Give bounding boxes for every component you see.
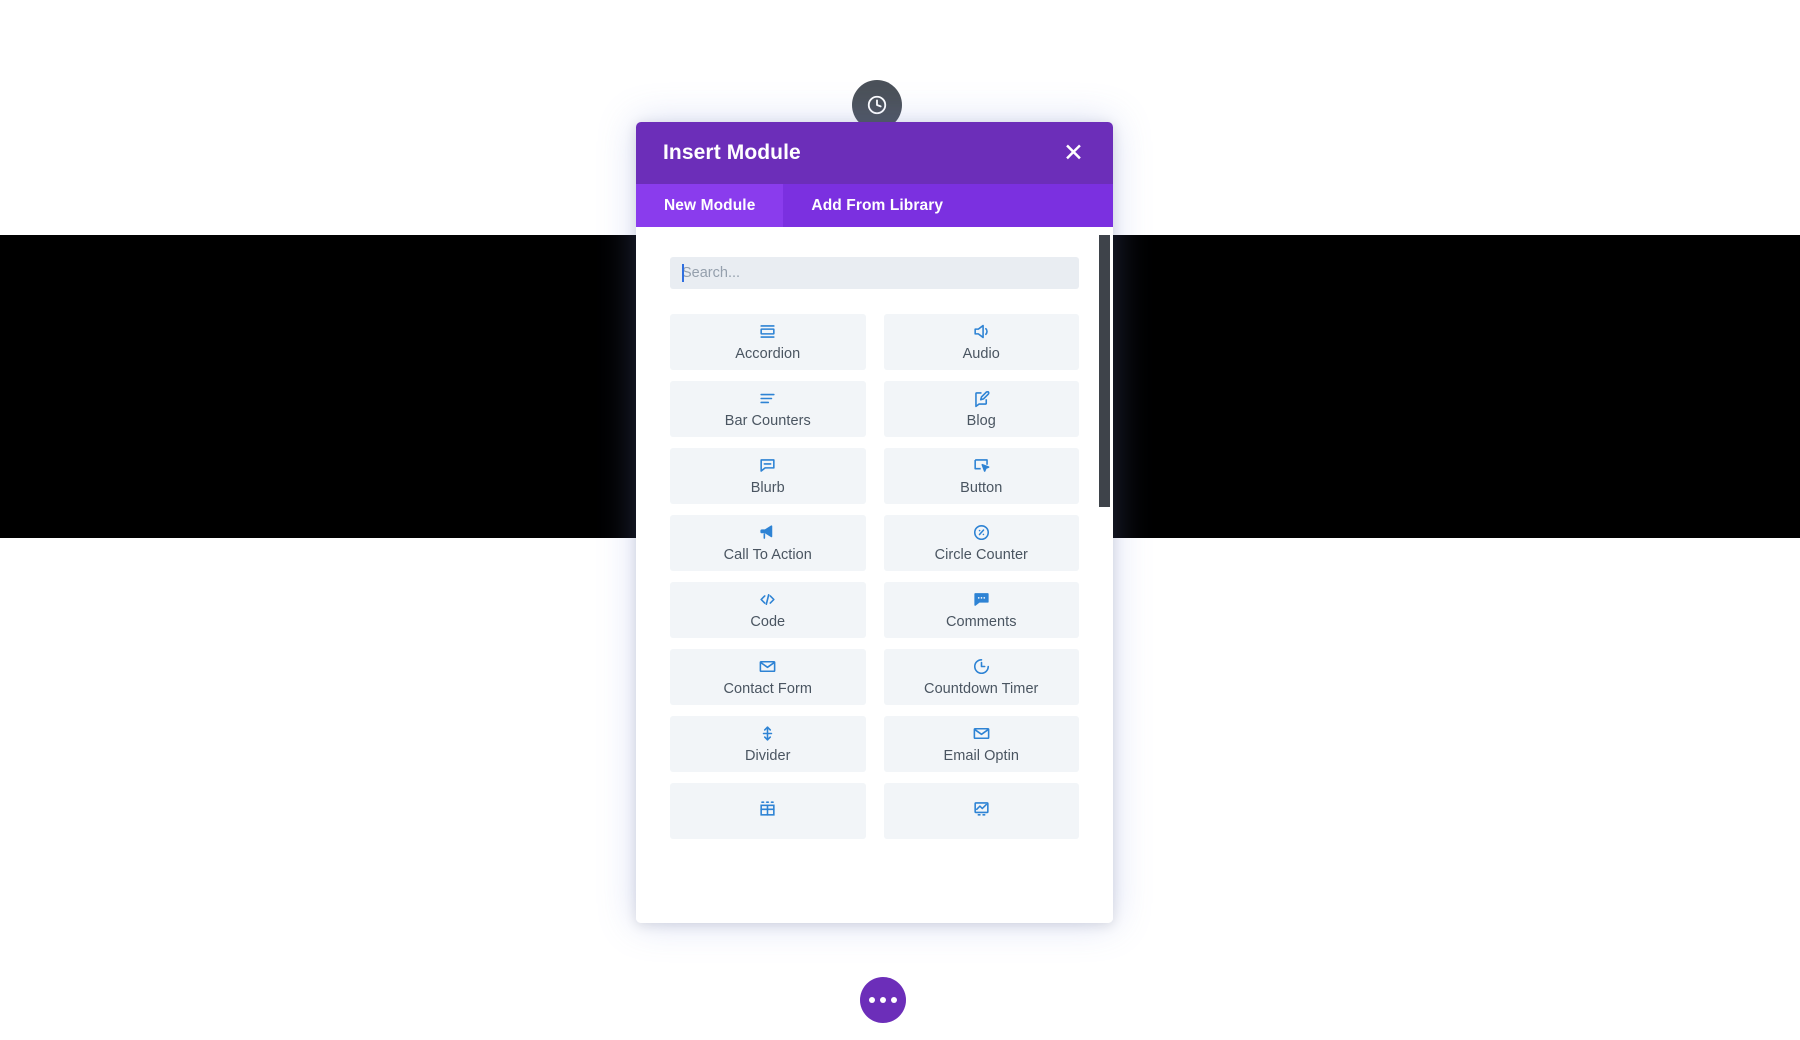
module-label: Blurb [750, 480, 785, 496]
module-tile-blog[interactable]: Blog [883, 381, 1079, 437]
tab-add-from-library[interactable]: Add From Library [783, 184, 971, 227]
megaphone-icon [758, 523, 777, 542]
module-tile-call-to-action[interactable]: Call To Action [670, 515, 866, 571]
speech-bubble-minus-icon [758, 456, 777, 475]
module-tile-button[interactable]: Button [883, 448, 1079, 504]
module-label: Audio [962, 346, 1000, 362]
blog-pencil-icon [972, 389, 991, 408]
grid-table-icon [758, 799, 777, 818]
ellipsis-dot [880, 997, 886, 1003]
module-tile-divider[interactable]: Divider [670, 716, 866, 772]
module-label: Call To Action [723, 547, 812, 563]
module-tile-countdown-timer[interactable]: Countdown Timer [883, 649, 1079, 705]
module-tile-bar-counters[interactable]: Bar Counters [670, 381, 866, 437]
module-tile-partial-right[interactable] [883, 783, 1079, 839]
module-label: Circle Counter [934, 547, 1028, 563]
modal-tabbar: New Module Add From Library [636, 184, 1113, 227]
vertical-arrows-icon [758, 724, 777, 743]
module-label: Countdown Timer [924, 681, 1039, 697]
text-caret [682, 264, 684, 282]
search-input[interactable] [670, 257, 1079, 289]
module-label: Accordion [735, 346, 801, 362]
cursor-click-icon [972, 456, 991, 475]
module-label: Comments [946, 614, 1017, 630]
module-tile-blurb[interactable]: Blurb [670, 448, 866, 504]
module-tile-accordion[interactable]: Accordion [670, 314, 866, 370]
module-label: Button [960, 480, 1003, 496]
module-grid: Accordion Audio Bar Counters Blog Blurb … [670, 314, 1079, 839]
envelope-icon [758, 657, 777, 676]
modal-scrollbar-thumb[interactable] [1099, 235, 1110, 507]
image-chart-icon [972, 799, 991, 818]
ellipsis-dot [891, 997, 897, 1003]
ellipsis-dot [869, 997, 875, 1003]
module-tile-comments[interactable]: Comments [883, 582, 1079, 638]
modal-header: Insert Module ✕ [636, 122, 1113, 184]
module-label: Divider [745, 748, 791, 764]
module-label: Contact Form [723, 681, 812, 697]
module-tile-partial-left[interactable] [670, 783, 866, 839]
accordion-icon [758, 322, 777, 341]
modal-body: Accordion Audio [636, 227, 1113, 923]
code-brackets-icon [758, 590, 777, 609]
comment-dots-icon [972, 590, 991, 609]
module-tile-audio[interactable]: Audio [883, 314, 1079, 370]
envelope-icon [972, 724, 991, 743]
insert-module-modal: Insert Module ✕ New Module Add From Libr… [636, 122, 1113, 923]
close-icon[interactable]: ✕ [1059, 139, 1088, 168]
speaker-icon [972, 322, 991, 341]
search-field-wrapper [670, 257, 1079, 289]
module-tile-email-optin[interactable]: Email Optin [883, 716, 1079, 772]
bar-counters-icon [758, 389, 777, 408]
tab-new-module[interactable]: New Module [636, 184, 784, 227]
module-label: Bar Counters [724, 413, 811, 429]
module-tile-circle-counter[interactable]: Circle Counter [883, 515, 1079, 571]
module-tile-code[interactable]: Code [670, 582, 866, 638]
module-tile-contact-form[interactable]: Contact Form [670, 649, 866, 705]
module-label: Email Optin [943, 748, 1019, 764]
more-options-button[interactable] [860, 977, 906, 1023]
module-label: Code [750, 614, 786, 630]
module-label: Blog [966, 413, 996, 429]
clock-icon [972, 657, 991, 676]
clock-history-icon [866, 94, 888, 116]
page-title: Insert Module [663, 141, 801, 164]
circle-percent-icon [972, 523, 991, 542]
